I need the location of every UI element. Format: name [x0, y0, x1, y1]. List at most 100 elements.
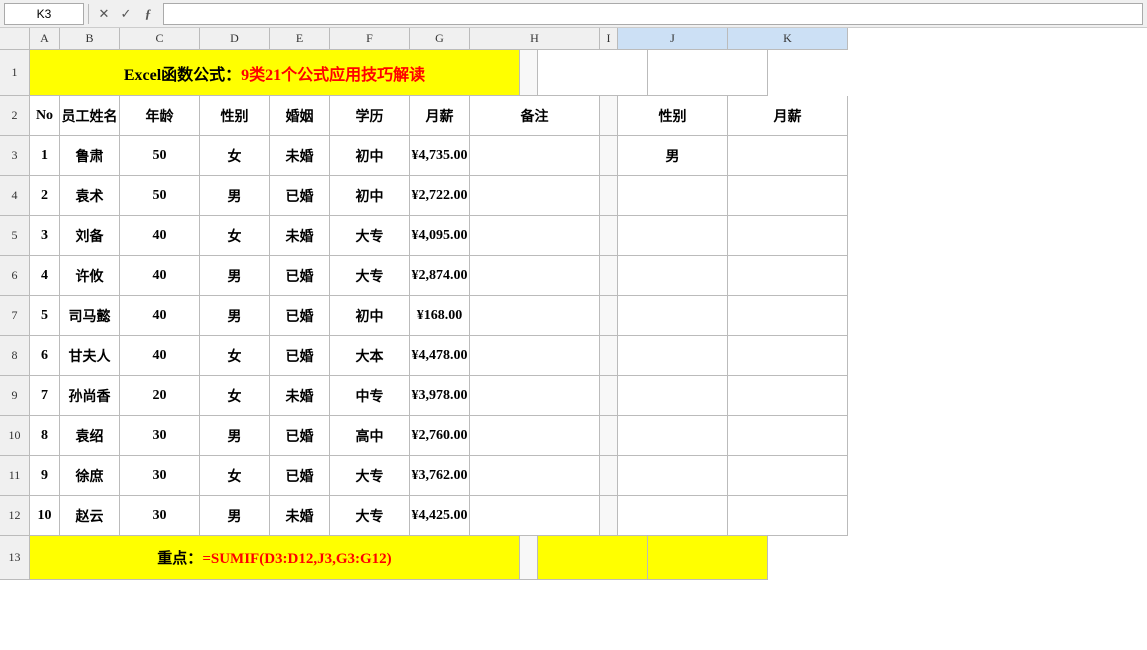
cell-8-g[interactable]: ¥4,478.00	[410, 336, 470, 376]
cell-13-j[interactable]	[538, 536, 648, 580]
cell-1-k[interactable]	[648, 50, 768, 96]
cell-12-g[interactable]: ¥4,425.00	[410, 496, 470, 536]
confirm-icon[interactable]: ✓	[115, 3, 137, 25]
cell-7-k[interactable]	[728, 296, 848, 336]
cell-8-h[interactable]	[470, 336, 600, 376]
cell-12-a[interactable]: 10	[30, 496, 60, 536]
cell-7-c[interactable]: 40	[120, 296, 200, 336]
cell-6-j[interactable]	[618, 256, 728, 296]
col-header-b[interactable]: B	[60, 28, 120, 50]
cell-5-e[interactable]: 未婚	[270, 216, 330, 256]
cell-12-f[interactable]: 大专	[330, 496, 410, 536]
name-box[interactable]: K3	[4, 3, 84, 25]
cell-4-g[interactable]: ¥2,722.00	[410, 176, 470, 216]
cell-3-c[interactable]: 50	[120, 136, 200, 176]
cell-3-g[interactable]: ¥4,735.00	[410, 136, 470, 176]
cell-6-g[interactable]: ¥2,874.00	[410, 256, 470, 296]
cell-7-e[interactable]: 已婚	[270, 296, 330, 336]
col-header-k[interactable]: K	[728, 28, 848, 50]
cell-10-h[interactable]	[470, 416, 600, 456]
cell-5-f[interactable]: 大专	[330, 216, 410, 256]
cell-3-h[interactable]	[470, 136, 600, 176]
cell-8-e[interactable]: 已婚	[270, 336, 330, 376]
cell-6-a[interactable]: 4	[30, 256, 60, 296]
cell-6-d[interactable]: 男	[200, 256, 270, 296]
cell-9-d[interactable]: 女	[200, 376, 270, 416]
cell-12-b[interactable]: 赵云	[60, 496, 120, 536]
cell-4-e[interactable]: 已婚	[270, 176, 330, 216]
cell-9-h[interactable]	[470, 376, 600, 416]
cell-4-f[interactable]: 初中	[330, 176, 410, 216]
cell-9-b[interactable]: 孙尚香	[60, 376, 120, 416]
cell-8-a[interactable]: 6	[30, 336, 60, 376]
cell-3-k[interactable]	[728, 136, 848, 176]
cell-4-b[interactable]: 袁术	[60, 176, 120, 216]
cell-9-f[interactable]: 中专	[330, 376, 410, 416]
cell-7-j[interactable]	[618, 296, 728, 336]
cell-5-c[interactable]: 40	[120, 216, 200, 256]
cell-6-h[interactable]	[470, 256, 600, 296]
cell-3-f[interactable]: 初中	[330, 136, 410, 176]
cell-3-j[interactable]: 男	[618, 136, 728, 176]
cell-5-b[interactable]: 刘备	[60, 216, 120, 256]
cell-10-j[interactable]	[618, 416, 728, 456]
cell-4-k[interactable]	[728, 176, 848, 216]
cell-12-h[interactable]	[470, 496, 600, 536]
cell-8-f[interactable]: 大本	[330, 336, 410, 376]
cell-5-a[interactable]: 3	[30, 216, 60, 256]
col-header-j[interactable]: J	[618, 28, 728, 50]
cell-9-e[interactable]: 未婚	[270, 376, 330, 416]
cell-3-d[interactable]: 女	[200, 136, 270, 176]
cell-11-b[interactable]: 徐庶	[60, 456, 120, 496]
cell-11-h[interactable]	[470, 456, 600, 496]
cell-11-c[interactable]: 30	[120, 456, 200, 496]
cell-11-j[interactable]	[618, 456, 728, 496]
cell-6-c[interactable]: 40	[120, 256, 200, 296]
col-header-a[interactable]: A	[30, 28, 60, 50]
cell-4-j[interactable]	[618, 176, 728, 216]
cell-10-f[interactable]: 高中	[330, 416, 410, 456]
cell-5-j[interactable]	[618, 216, 728, 256]
cell-11-d[interactable]: 女	[200, 456, 270, 496]
cell-10-c[interactable]: 30	[120, 416, 200, 456]
cell-9-j[interactable]	[618, 376, 728, 416]
cell-8-k[interactable]	[728, 336, 848, 376]
formula-icon[interactable]: ƒ	[137, 3, 159, 25]
cell-12-j[interactable]	[618, 496, 728, 536]
col-header-f[interactable]: F	[330, 28, 410, 50]
cell-9-a[interactable]: 7	[30, 376, 60, 416]
cell-10-g[interactable]: ¥2,760.00	[410, 416, 470, 456]
cell-4-a[interactable]: 2	[30, 176, 60, 216]
cell-3-e[interactable]: 未婚	[270, 136, 330, 176]
cell-6-f[interactable]: 大专	[330, 256, 410, 296]
cell-10-e[interactable]: 已婚	[270, 416, 330, 456]
cell-11-g[interactable]: ¥3,762.00	[410, 456, 470, 496]
cancel-icon[interactable]: ✕	[93, 3, 115, 25]
col-header-c[interactable]: C	[120, 28, 200, 50]
cell-8-d[interactable]: 女	[200, 336, 270, 376]
cell-3-a[interactable]: 1	[30, 136, 60, 176]
cell-9-g[interactable]: ¥3,978.00	[410, 376, 470, 416]
cell-10-k[interactable]	[728, 416, 848, 456]
col-header-h[interactable]: H	[470, 28, 600, 50]
cell-9-c[interactable]: 20	[120, 376, 200, 416]
cell-12-e[interactable]: 未婚	[270, 496, 330, 536]
cell-8-b[interactable]: 甘夫人	[60, 336, 120, 376]
cell-1-j[interactable]	[538, 50, 648, 96]
cell-7-h[interactable]	[470, 296, 600, 336]
cell-12-d[interactable]: 男	[200, 496, 270, 536]
cell-10-d[interactable]: 男	[200, 416, 270, 456]
cell-11-k[interactable]	[728, 456, 848, 496]
cell-7-g[interactable]: ¥168.00	[410, 296, 470, 336]
col-header-d[interactable]: D	[200, 28, 270, 50]
cell-8-j[interactable]	[618, 336, 728, 376]
cell-5-h[interactable]	[470, 216, 600, 256]
cell-4-d[interactable]: 男	[200, 176, 270, 216]
cell-8-c[interactable]: 40	[120, 336, 200, 376]
formula-bar[interactable]	[163, 3, 1143, 25]
col-header-i[interactable]: I	[600, 28, 618, 50]
cell-7-b[interactable]: 司马懿	[60, 296, 120, 336]
cell-10-b[interactable]: 袁绍	[60, 416, 120, 456]
cell-10-a[interactable]: 8	[30, 416, 60, 456]
cell-11-f[interactable]: 大专	[330, 456, 410, 496]
